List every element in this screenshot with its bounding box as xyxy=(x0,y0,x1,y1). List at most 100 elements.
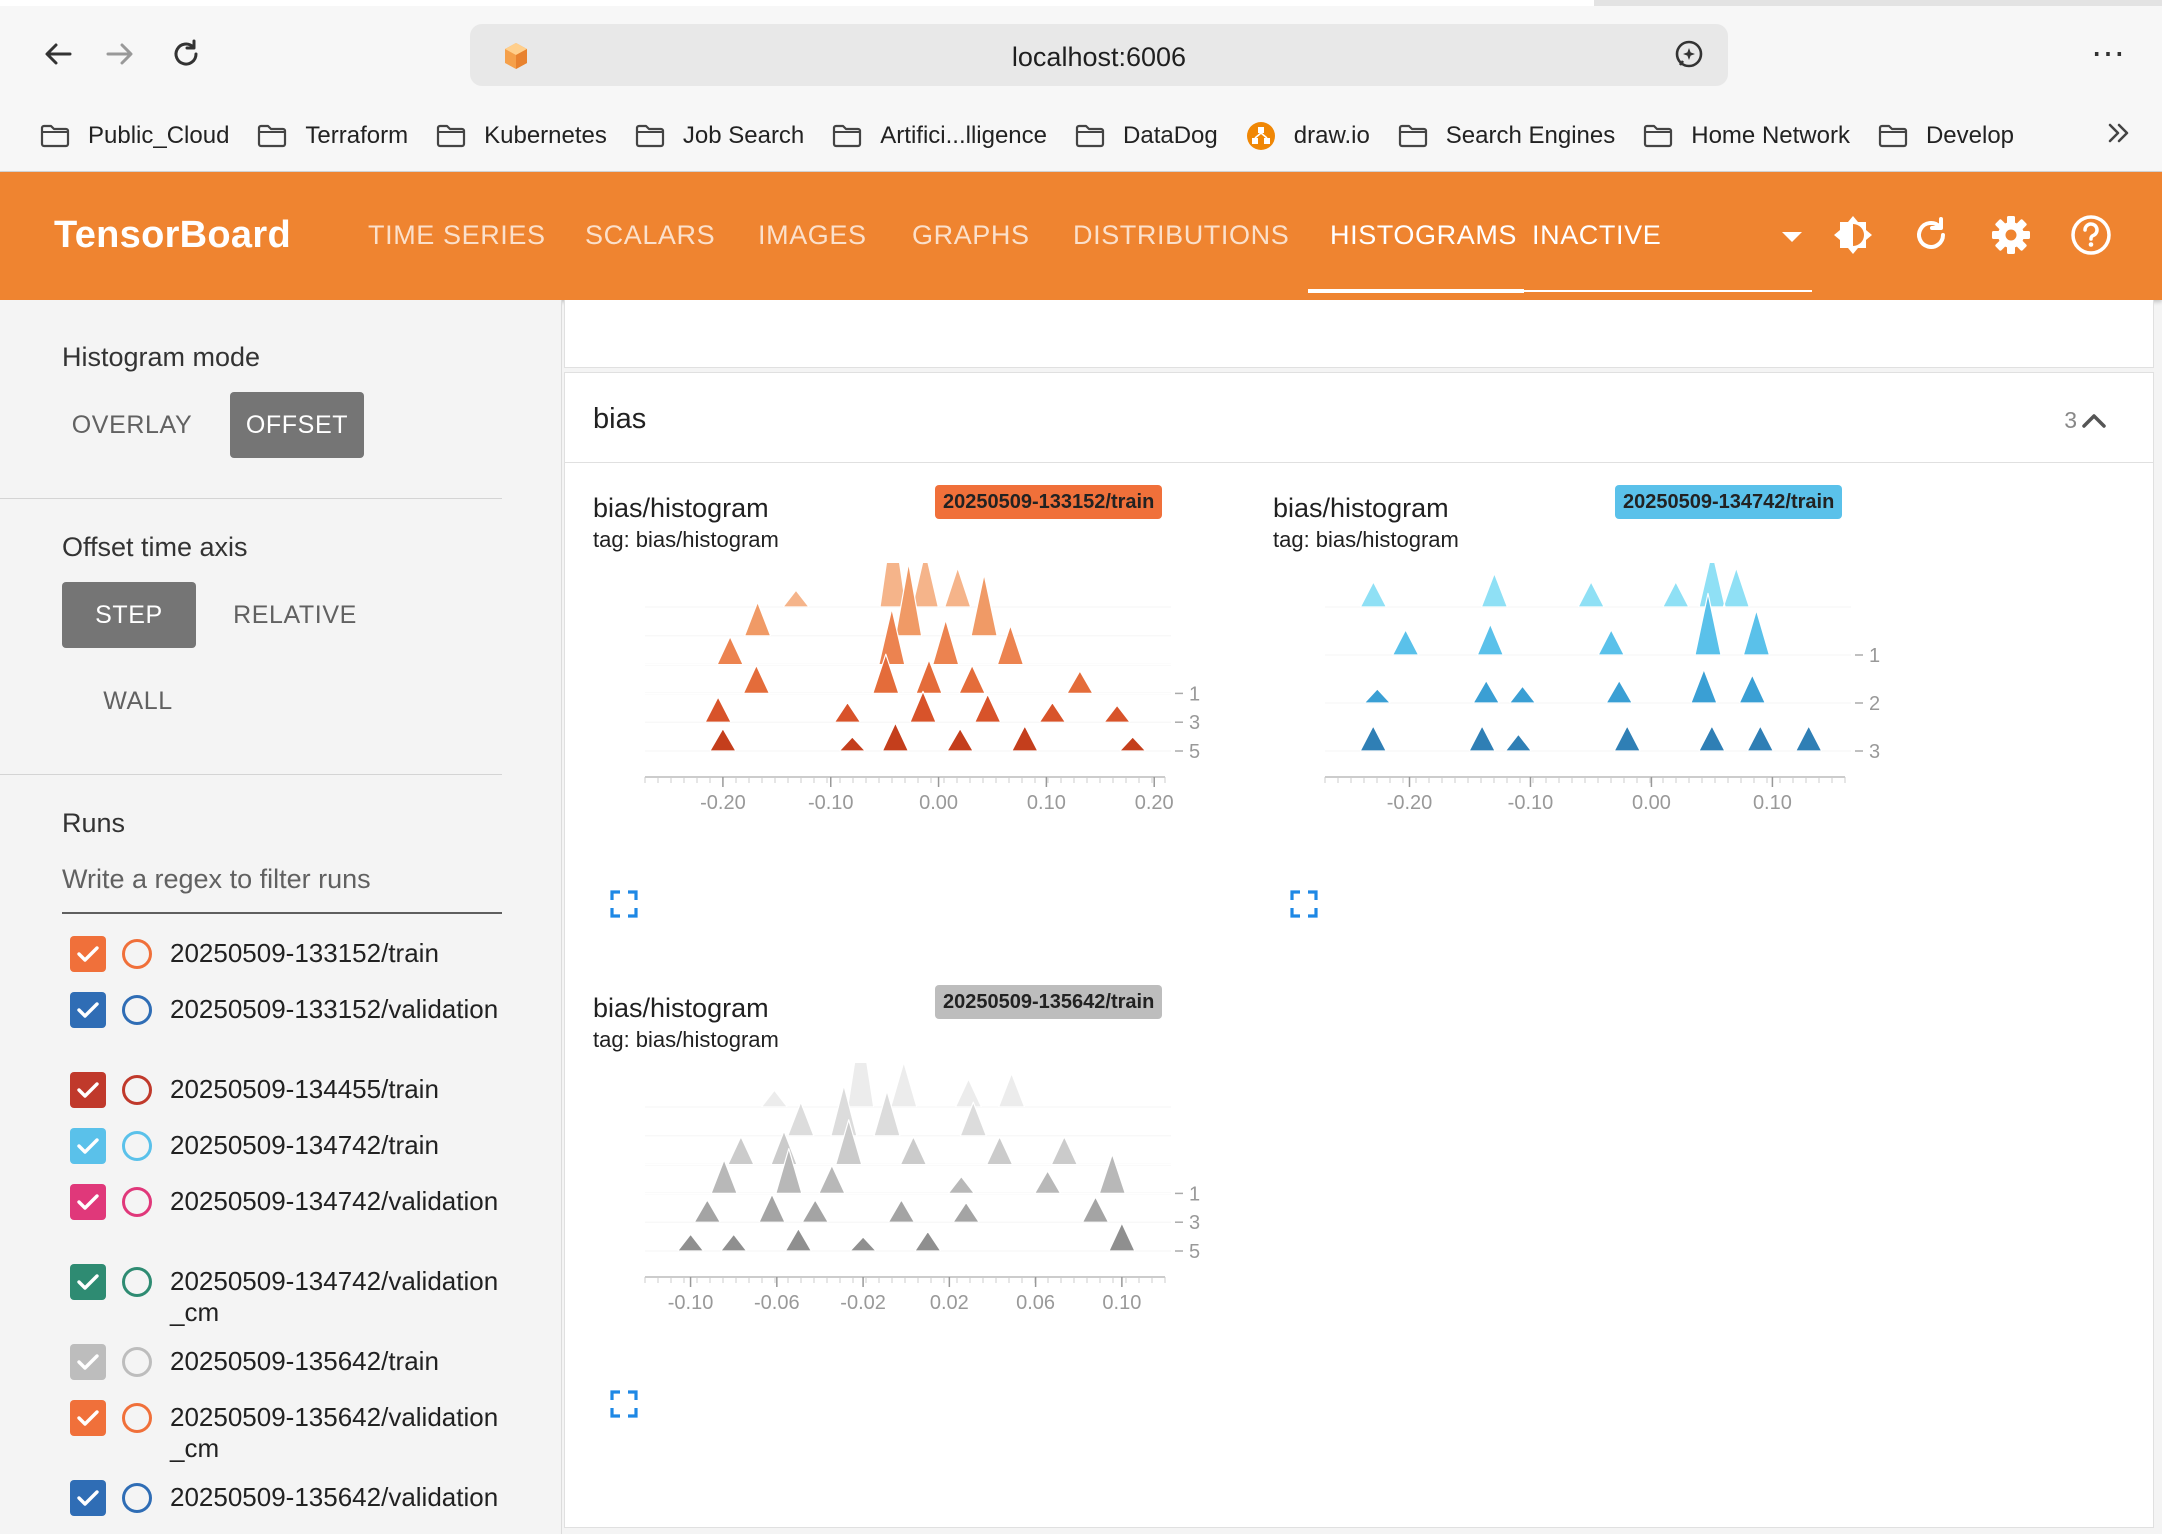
section-divider xyxy=(0,774,502,775)
reload-icon[interactable] xyxy=(166,34,206,74)
bookmark-item[interactable]: Public_Cloud xyxy=(40,122,229,150)
x-tick-label: 0.02 xyxy=(930,1292,969,1314)
address-bar[interactable]: localhost:6006 xyxy=(470,24,1728,86)
run-checkbox[interactable] xyxy=(70,1480,106,1516)
histogram-step-area xyxy=(1324,563,1852,608)
x-tick-label: 0.10 xyxy=(1753,792,1792,814)
run-item[interactable]: 20250509-134455/train xyxy=(70,1072,540,1111)
run-filter-input[interactable]: Write a regex to filter runs xyxy=(62,864,502,914)
x-tick-label: 0.20 xyxy=(1135,792,1174,814)
tab-images[interactable]: IMAGES xyxy=(758,220,867,251)
run-color-picker[interactable] xyxy=(122,1187,152,1217)
run-item[interactable]: 20250509-135642/validation xyxy=(70,1480,540,1534)
histogram-chart[interactable]: -0.20 -0.10 0.00 0.10 0.20 1 3 5 xyxy=(565,563,1205,883)
tab-scalars[interactable]: SCALARS xyxy=(585,220,715,251)
bookmark-label: Develop xyxy=(1925,122,2015,149)
step-button[interactable]: STEP xyxy=(62,582,196,648)
active-browser-tab[interactable] xyxy=(0,0,1594,6)
run-label: 20250509-133152/validation xyxy=(170,994,499,1024)
bookmark-item[interactable]: draw.io xyxy=(1246,121,1370,151)
card-tag: tag: bias/histogram xyxy=(593,1027,779,1052)
tab-graphs[interactable]: GRAPHS xyxy=(912,220,1030,251)
folder-icon xyxy=(1398,123,1438,149)
run-color-picker[interactable] xyxy=(122,1267,152,1297)
run-badge: 20250509-134742/train xyxy=(1615,485,1843,519)
forward-icon[interactable] xyxy=(100,34,140,74)
bookmark-item[interactable]: Artifici...lligence xyxy=(832,122,1047,150)
run-checkbox[interactable] xyxy=(70,1344,106,1380)
refresh-icon[interactable] xyxy=(1908,212,1954,258)
card-tag: tag: bias/histogram xyxy=(593,527,779,552)
bookmark-item[interactable]: Home Network xyxy=(1643,122,1850,150)
histogram-step-area xyxy=(644,1222,1172,1252)
run-checkbox[interactable] xyxy=(70,1184,106,1220)
assistant-icon[interactable] xyxy=(1672,38,1706,77)
bookmark-item[interactable]: Job Search xyxy=(635,122,804,150)
folder-icon xyxy=(1075,123,1115,149)
run-color-picker[interactable] xyxy=(122,939,152,969)
bookmark-item[interactable]: Terraform xyxy=(257,122,408,150)
run-item[interactable]: 20250509-134742/train xyxy=(70,1128,540,1167)
tab-histograms[interactable]: HISTOGRAMS xyxy=(1330,220,1517,251)
offset-button[interactable]: OFFSET xyxy=(230,392,364,458)
run-color-picker[interactable] xyxy=(122,1131,152,1161)
collapse-chevron-icon[interactable] xyxy=(2081,411,2107,434)
step-tick-label: 2 xyxy=(1869,693,1880,715)
back-icon[interactable] xyxy=(38,34,78,74)
settings-sidebar: Histogram mode OVERLAY OFFSET Offset tim… xyxy=(0,300,562,1534)
run-checkbox[interactable] xyxy=(70,1128,106,1164)
wall-button[interactable]: WALL xyxy=(76,668,200,734)
run-checkbox[interactable] xyxy=(70,1264,106,1300)
tab-distributions[interactable]: DISTRIBUTIONS xyxy=(1073,220,1289,251)
tag-group-header[interactable]: bias 3 xyxy=(565,373,2153,463)
run-color-picker[interactable] xyxy=(122,995,152,1025)
run-checkbox[interactable] xyxy=(70,1400,106,1436)
tab-time-series[interactable]: TIME SERIES xyxy=(368,220,546,251)
run-checkbox[interactable] xyxy=(70,936,106,972)
settings-gear-icon[interactable] xyxy=(1988,212,2034,258)
bookmark-item[interactable]: Search Engines xyxy=(1398,122,1615,150)
run-color-picker[interactable] xyxy=(122,1347,152,1377)
run-item[interactable]: 20250509-133152/validation xyxy=(70,992,540,1062)
expand-icon[interactable] xyxy=(609,1389,639,1424)
run-item[interactable]: 20250509-134742/validation_cm xyxy=(70,1264,540,1334)
help-icon[interactable] xyxy=(2068,212,2114,258)
bookmark-item[interactable]: Kubernetes xyxy=(436,122,607,150)
bookmark-item[interactable]: DataDog xyxy=(1075,122,1218,150)
run-checkbox[interactable] xyxy=(70,992,106,1028)
run-color-picker[interactable] xyxy=(122,1403,152,1433)
card-title: bias/histogram xyxy=(593,993,769,1023)
histogram-card: bias/histogram tag: bias/histogram 20250… xyxy=(565,963,1225,1463)
tag-group-name: bias xyxy=(593,403,647,435)
run-label: 20250509-134455/train xyxy=(170,1074,439,1104)
histogram-mode-title: Histogram mode xyxy=(62,342,261,372)
run-item[interactable]: 20250509-133152/train xyxy=(70,936,540,975)
expand-icon[interactable] xyxy=(1289,889,1319,924)
overlay-button[interactable]: OVERLAY xyxy=(62,392,202,458)
relative-button[interactable]: RELATIVE xyxy=(222,582,368,648)
histogram-chart[interactable]: -0.10 -0.06 -0.02 0.02 0.06 0.10 1 3 5 xyxy=(565,1063,1205,1383)
app-title[interactable]: TensorBoard xyxy=(54,214,291,257)
dropdown-arrow-icon[interactable] xyxy=(1780,230,1804,249)
bookmark-item[interactable]: Develop xyxy=(1878,122,2014,150)
run-label: 20250509-133152/train xyxy=(170,938,439,968)
run-item[interactable]: 20250509-135642/validation_cm xyxy=(70,1400,540,1470)
bookmarks-overflow-icon[interactable] xyxy=(2106,120,2132,151)
inactive-dropdown[interactable]: INACTIVE xyxy=(1532,220,1661,251)
step-tick-label: 3 xyxy=(1189,1212,1200,1234)
tag-group-count: 3 xyxy=(2064,407,2077,433)
theme-toggle-icon[interactable] xyxy=(1830,212,1876,258)
step-tick-label: 5 xyxy=(1189,1241,1200,1263)
run-checkbox[interactable] xyxy=(70,1072,106,1108)
browser-menu-icon[interactable]: ⋯ xyxy=(2091,34,2126,74)
url-text: localhost:6006 xyxy=(1011,42,1187,72)
run-color-picker[interactable] xyxy=(122,1483,152,1513)
run-color-picker[interactable] xyxy=(122,1075,152,1105)
run-item[interactable]: 20250509-134742/validation xyxy=(70,1184,540,1254)
folder-icon xyxy=(1878,123,1918,149)
histogram-chart[interactable]: -0.20 -0.10 0.00 0.10 1 2 3 xyxy=(1245,563,1885,883)
bookmark-label: DataDog xyxy=(1123,122,1218,149)
expand-icon[interactable] xyxy=(609,889,639,924)
run-item[interactable]: 20250509-135642/train xyxy=(70,1344,540,1383)
offset-time-axis-title: Offset time axis xyxy=(62,532,248,562)
